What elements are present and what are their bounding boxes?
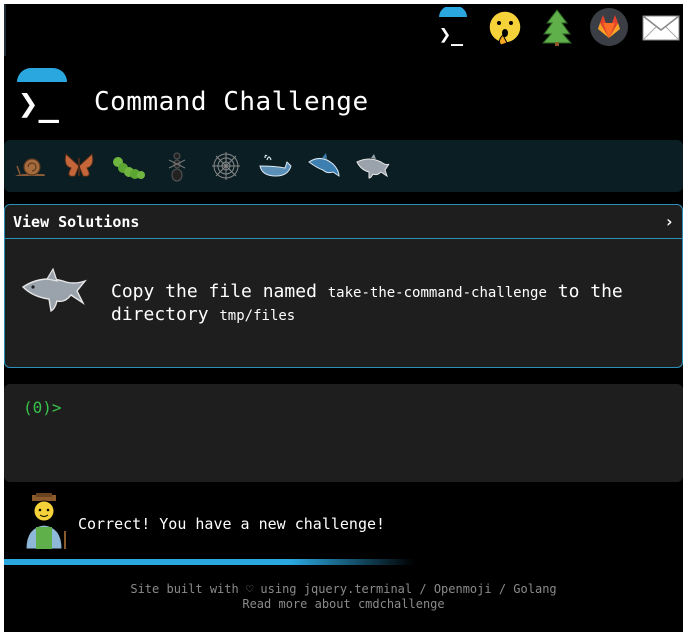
envelope-icon[interactable] <box>641 7 681 47</box>
view-solutions-toggle[interactable]: View Solutions › <box>5 205 682 239</box>
footer-line-2: Read more about cmdchallenge <box>4 597 683 612</box>
butterfly-icon[interactable] <box>61 148 97 184</box>
site-header: ❯_ Command Challenge <box>12 64 369 128</box>
terminal[interactable]: (0)> <box>4 384 683 482</box>
feedback-area: Correct! You have a new challenge! <box>18 492 385 552</box>
level-progress-bar <box>4 559 414 565</box>
chevron-right-icon: › <box>664 212 674 231</box>
left-edge-strip <box>4 4 6 56</box>
read-more-link[interactable]: Read more about cmdchallenge <box>242 597 444 611</box>
cmdchallenge-icon[interactable]: ❯_ <box>433 7 473 47</box>
logo-cap <box>17 68 67 82</box>
challenge-card: View Solutions › Copy the file named tak… <box>4 204 683 368</box>
snail-icon[interactable] <box>12 148 48 184</box>
view-solutions-label: View Solutions <box>13 212 140 231</box>
site-title: Command Challenge <box>94 87 369 117</box>
gitlab-icon[interactable] <box>589 7 629 47</box>
terminal-prompt: (0)> <box>23 398 62 417</box>
feedback-message: Correct! You have a new challenge! <box>78 515 386 533</box>
challenge-description: Copy the file named take-the-command-cha… <box>111 281 671 327</box>
challenge-body: Copy the file named take-the-command-cha… <box>5 239 682 367</box>
site-footer: Site built with ♡ using jquery.terminal … <box>4 582 683 612</box>
jquery-terminal-link[interactable]: jquery.terminal <box>304 582 412 596</box>
golang-link[interactable]: Golang <box>513 582 556 596</box>
page: ❯_ ❯_ Command Challenge View Solutions ›… <box>4 4 683 632</box>
shushing-face-icon[interactable] <box>485 7 525 47</box>
dolphin-gray-icon[interactable] <box>355 148 391 184</box>
footer-text: Site built with <box>130 582 246 596</box>
dolphin-blue-icon[interactable] <box>306 148 342 184</box>
ant-icon[interactable] <box>159 148 195 184</box>
source-filename: take-the-command-challenge <box>327 285 547 301</box>
openmoji-link[interactable]: Openmoji <box>434 582 492 596</box>
footer-separator: / <box>412 582 434 596</box>
tree-icon[interactable] <box>537 7 577 47</box>
spider-web-icon[interactable] <box>208 148 244 184</box>
challenge-progress-bar <box>4 140 683 192</box>
target-directory: tmp/files <box>219 308 296 324</box>
caterpillar-icon[interactable] <box>110 148 146 184</box>
description-text: Copy the file named <box>111 281 328 302</box>
site-logo[interactable]: ❯_ <box>12 66 68 126</box>
footer-line-1: Site built with ♡ using jquery.terminal … <box>4 582 683 597</box>
footer-separator: / <box>491 582 514 596</box>
dolphin-icon <box>21 267 88 313</box>
svg-text:❯_: ❯_ <box>439 22 464 46</box>
logo-prompt-icon: ❯_ <box>18 84 59 124</box>
farmer-icon <box>25 493 66 550</box>
footer-text-using: using <box>253 582 304 596</box>
whale-icon[interactable] <box>257 148 293 184</box>
top-icon-bar: ❯_ <box>433 4 683 50</box>
